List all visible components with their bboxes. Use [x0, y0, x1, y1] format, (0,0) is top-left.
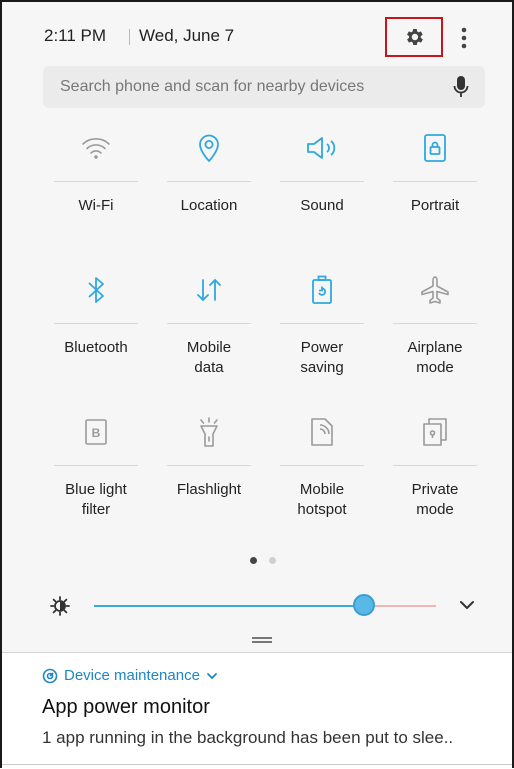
- tile-divider: [393, 181, 477, 182]
- private-mode-icon: [423, 418, 447, 446]
- tile-bluetooth[interactable]: Bluetooth: [46, 268, 146, 358]
- brightness-icon: [50, 596, 70, 616]
- notification-title: App power monitor: [42, 696, 210, 718]
- tile-mobile-data[interactable]: Mobile data: [159, 268, 259, 378]
- device-maintenance-icon: [42, 668, 58, 683]
- tile-blue-light-filter[interactable]: B Blue light filter: [46, 410, 146, 520]
- tile-divider: [280, 323, 364, 324]
- tile-wifi[interactable]: Wi-Fi: [46, 126, 146, 216]
- notification-app-header[interactable]: Device maintenance: [42, 667, 218, 684]
- chevron-down-icon[interactable]: [457, 595, 477, 615]
- hotspot-icon: [311, 418, 333, 446]
- page-indicator-inactive: [269, 557, 276, 564]
- airplane-icon: [421, 276, 449, 304]
- notification-app-name: Device maintenance: [64, 667, 200, 684]
- mic-icon[interactable]: [453, 75, 469, 99]
- tile-label: Sound: [300, 197, 344, 214]
- location-icon: [199, 134, 219, 163]
- power-saving-icon: [312, 275, 332, 304]
- tile-label: Bluetooth: [64, 339, 128, 356]
- flashlight-icon: [200, 417, 218, 447]
- tile-divider: [167, 323, 251, 324]
- divider: [2, 764, 512, 765]
- tile-label: Power saving: [300, 339, 344, 376]
- panel-drag-handle[interactable]: [252, 637, 272, 643]
- tile-airplane[interactable]: Airplane mode: [385, 268, 485, 378]
- tile-label: Private mode: [411, 481, 459, 518]
- tile-label: Mobile hotspot: [297, 481, 347, 518]
- tile-label: Flashlight: [176, 481, 242, 498]
- tile-sound[interactable]: Sound: [272, 126, 372, 216]
- portrait-lock-icon: [424, 134, 446, 162]
- sound-icon: [307, 137, 336, 159]
- tile-divider: [167, 181, 251, 182]
- header-separator: [129, 29, 130, 45]
- more-vertical-icon: [461, 27, 467, 49]
- brightness-track-filled: [94, 605, 364, 607]
- wifi-icon: [82, 138, 110, 159]
- brightness-slider-thumb[interactable]: [353, 594, 375, 616]
- status-date: Wed, June 7: [139, 26, 235, 45]
- mobile-data-icon: [197, 278, 221, 302]
- tile-divider: [54, 465, 138, 466]
- more-options-button[interactable]: [454, 22, 474, 54]
- search-placeholder: Search phone and scan for nearby devices: [60, 78, 365, 95]
- tile-private-mode[interactable]: Private mode: [385, 410, 485, 520]
- bluetooth-icon: [88, 277, 104, 303]
- blue-light-filter-icon: B: [85, 419, 107, 445]
- svg-text:B: B: [92, 426, 101, 440]
- tile-power-saving[interactable]: Power saving: [272, 268, 372, 378]
- tile-divider: [393, 323, 477, 324]
- tile-mobile-hotspot[interactable]: Mobile hotspot: [272, 410, 372, 520]
- tile-portrait[interactable]: Portrait: [385, 126, 485, 216]
- notification-card[interactable]: Device maintenance App power monitor 1 a…: [2, 652, 512, 769]
- page-indicator-active: [250, 557, 257, 564]
- tile-divider: [280, 181, 364, 182]
- tile-label: Mobile data: [186, 339, 232, 376]
- gear-icon: [407, 29, 423, 45]
- tile-label: Wi-Fi: [78, 197, 114, 214]
- tile-location[interactable]: Location: [159, 126, 259, 216]
- chevron-down-icon[interactable]: [206, 670, 218, 682]
- tile-label: Blue light filter: [65, 481, 127, 518]
- tile-divider: [54, 323, 138, 324]
- notification-body: 1 app running in the background has been…: [42, 728, 454, 747]
- search-bar[interactable]: Search phone and scan for nearby devices: [43, 66, 485, 108]
- tile-label: Airplane mode: [407, 339, 463, 376]
- tile-label: Location: [180, 197, 238, 214]
- settings-button[interactable]: [385, 17, 443, 57]
- tile-divider: [54, 181, 138, 182]
- tile-flashlight[interactable]: Flashlight: [159, 410, 259, 500]
- tile-divider: [280, 465, 364, 466]
- tile-label: Portrait: [410, 197, 460, 214]
- tile-divider: [167, 465, 251, 466]
- quick-settings-panel: 2:11 PM Wed, June 7 Search phone and sca…: [2, 2, 512, 650]
- status-time: 2:11 PM: [44, 26, 107, 45]
- tile-divider: [393, 465, 477, 466]
